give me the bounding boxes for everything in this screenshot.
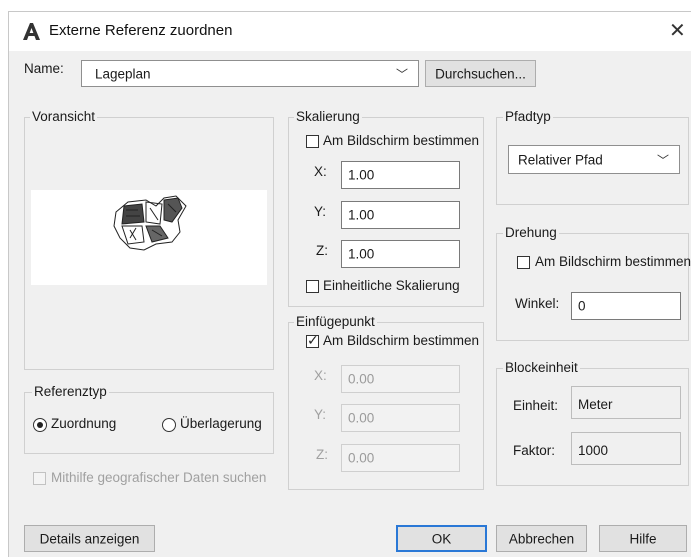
- site-plan-thumbnail: [113, 195, 187, 251]
- insertion-x-label: X:: [314, 368, 327, 383]
- attach-label: Zuordnung: [51, 416, 117, 431]
- cancel-button[interactable]: Abbrechen: [496, 525, 587, 552]
- insertion-y-field[interactable]: 0.00: [341, 404, 460, 432]
- insertion-y-label: Y:: [314, 407, 327, 422]
- path-type-label: Pfadtyp: [503, 109, 553, 124]
- rotation-group: [496, 233, 689, 341]
- angle-field[interactable]: 0: [571, 292, 681, 320]
- geo-data-checkbox[interactable]: [33, 472, 46, 485]
- overlay-radio[interactable]: [162, 418, 176, 432]
- scale-x-field[interactable]: 1.00: [341, 161, 460, 189]
- scale-x-label: X:: [314, 164, 327, 179]
- browse-button-label: Durchsuchen...: [435, 66, 526, 81]
- attach-radio[interactable]: [33, 418, 47, 432]
- unit-label: Einheit:: [513, 398, 559, 413]
- help-button[interactable]: Hilfe: [599, 525, 687, 552]
- scale-z-label: Z:: [316, 243, 328, 258]
- angle-value: 0: [578, 298, 586, 314]
- scale-z-field[interactable]: 1.00: [341, 240, 460, 268]
- check-icon: ✓: [307, 332, 319, 348]
- geo-data-label: Mithilfe geografischer Daten suchen: [51, 470, 267, 485]
- chevron-down-icon: ﹀: [395, 67, 408, 81]
- block-unit-label: Blockeinheit: [503, 360, 580, 375]
- window-title: Externe Referenz zuordnen: [49, 22, 233, 39]
- unit-value: Meter: [578, 397, 613, 412]
- name-label: Name:: [24, 61, 64, 76]
- factor-label: Faktor:: [513, 443, 556, 458]
- scale-z-value: 1.00: [348, 246, 375, 262]
- details-button-label: Details anzeigen: [39, 531, 140, 546]
- radio-selected-dot: [37, 422, 43, 428]
- chevron-down-icon: ﹀: [656, 153, 669, 167]
- name-combobox[interactable]: Lageplan ﹀: [81, 60, 419, 87]
- scale-label: Skalierung: [294, 109, 362, 124]
- preview-canvas: [31, 190, 267, 285]
- insertion-on-screen-label: Am Bildschirm bestimmen: [323, 333, 480, 348]
- path-type-value: Relativer Pfad: [518, 152, 603, 167]
- factor-field: 1000: [571, 432, 681, 465]
- xref-dialog: Externe Referenz zuordnen ✕ Name: Lagepl…: [8, 11, 691, 557]
- ok-button[interactable]: OK: [396, 525, 487, 552]
- overlay-label: Überlagerung: [180, 416, 262, 431]
- insertion-z-label: Z:: [316, 447, 328, 462]
- help-button-label: Hilfe: [629, 531, 657, 546]
- scale-y-field[interactable]: 1.00: [341, 201, 460, 229]
- autocad-a-icon: [23, 23, 40, 40]
- insertion-x-value: 0.00: [348, 371, 375, 387]
- browse-button[interactable]: Durchsuchen...: [425, 60, 536, 87]
- ok-button-label: OK: [431, 531, 452, 546]
- scale-on-screen-checkbox[interactable]: [306, 135, 319, 148]
- uniform-scale-label: Einheitliche Skalierung: [323, 278, 460, 293]
- cancel-button-label: Abbrechen: [508, 531, 575, 546]
- unit-field: Meter: [571, 386, 681, 419]
- reference-type-label: Referenztyp: [32, 384, 109, 399]
- title-bar: Externe Referenz zuordnen ✕: [9, 12, 691, 51]
- preview-label: Voransicht: [30, 109, 98, 124]
- rotation-label: Drehung: [503, 225, 559, 240]
- uniform-scale-checkbox[interactable]: [306, 280, 319, 293]
- insertion-z-value: 0.00: [348, 450, 375, 466]
- insertion-x-field[interactable]: 0.00: [341, 365, 460, 393]
- scale-on-screen-label: Am Bildschirm bestimmen: [323, 133, 480, 148]
- factor-value: 1000: [578, 443, 609, 458]
- scale-y-label: Y:: [314, 204, 327, 219]
- close-icon[interactable]: ✕: [669, 18, 686, 43]
- scale-y-value: 1.00: [348, 207, 375, 223]
- scale-x-value: 1.00: [348, 167, 375, 183]
- insertion-label: Einfügepunkt: [294, 314, 377, 329]
- insertion-y-value: 0.00: [348, 410, 375, 426]
- insertion-on-screen-checkbox[interactable]: ✓: [306, 332, 319, 348]
- rotation-on-screen-checkbox[interactable]: [517, 256, 530, 269]
- rotation-on-screen-label: Am Bildschirm bestimmen: [535, 254, 691, 269]
- angle-label: Winkel:: [515, 296, 560, 311]
- insertion-z-field[interactable]: 0.00: [341, 444, 460, 472]
- path-type-combobox[interactable]: Relativer Pfad ﹀: [508, 145, 680, 174]
- name-value: Lageplan: [95, 66, 151, 81]
- details-button[interactable]: Details anzeigen: [24, 525, 155, 552]
